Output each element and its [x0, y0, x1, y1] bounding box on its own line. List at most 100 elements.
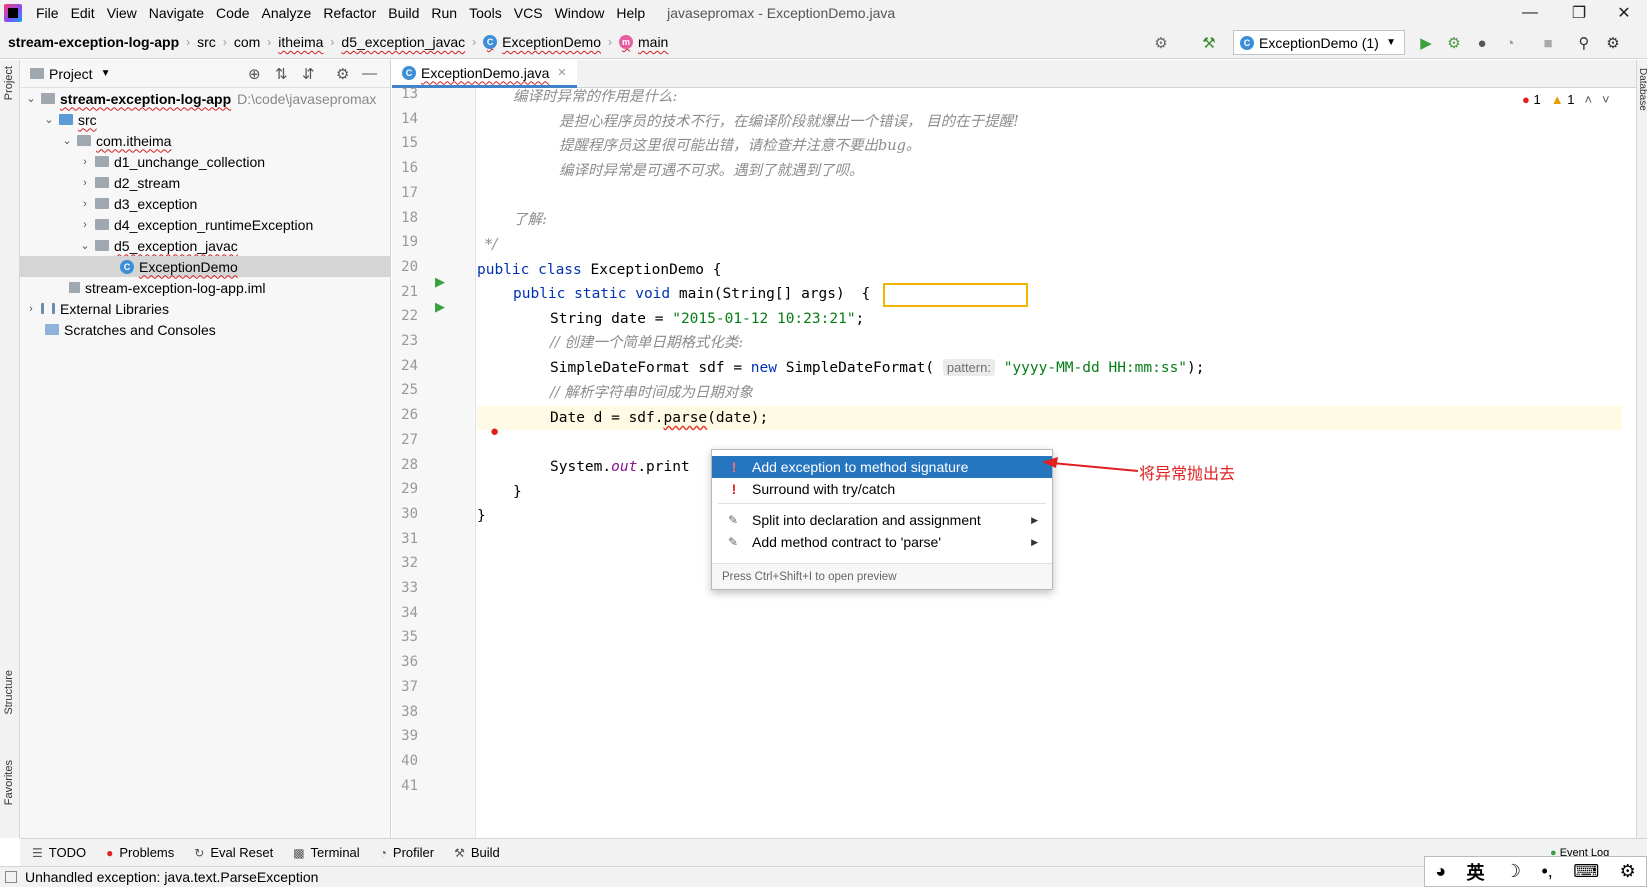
breadcrumb-class[interactable]: C ExceptionDemo: [483, 34, 601, 50]
hide-panel-icon[interactable]: —: [362, 65, 377, 82]
project-tool-tab[interactable]: Project: [3, 66, 15, 100]
coverage-icon[interactable]: ●: [1471, 32, 1493, 54]
error-bulb-icon[interactable]: ●: [490, 423, 499, 440]
breadcrumb-com[interactable]: com: [234, 34, 260, 50]
close-icon[interactable]: ✕: [557, 66, 566, 79]
expand-all-icon[interactable]: ⇅: [275, 65, 288, 83]
chevron-down-icon[interactable]: ⌄: [24, 92, 38, 105]
code-error-call[interactable]: parse: [664, 410, 708, 426]
menu-run[interactable]: Run: [425, 0, 463, 26]
class-icon: C: [483, 35, 498, 49]
punctuation-icon[interactable]: •,: [1541, 861, 1552, 882]
structure-tool-tab[interactable]: Structure: [3, 670, 15, 715]
method-icon: m: [619, 35, 633, 49]
debug-icon[interactable]: ⚙: [1443, 32, 1465, 54]
chevron-up-icon[interactable]: ˄: [1584, 92, 1592, 107]
menu-navigate[interactable]: Navigate: [143, 0, 210, 26]
breadcrumb-method[interactable]: m main: [619, 34, 668, 50]
collapse-all-icon[interactable]: ⇵: [302, 65, 315, 83]
vcs-user-icon[interactable]: ⚙: [1150, 32, 1172, 54]
menu-build[interactable]: Build: [382, 0, 425, 26]
menu-edit[interactable]: Edit: [65, 0, 101, 26]
breadcrumb-package[interactable]: d5_exception_javac: [341, 34, 465, 50]
tree-item-package-d2[interactable]: › d2_stream: [20, 172, 391, 193]
ime-logo-icon[interactable]: ◕: [1435, 861, 1446, 882]
tree-item-external-libraries[interactable]: › External Libraries: [20, 298, 391, 319]
stop-icon[interactable]: ■: [1537, 32, 1559, 54]
menu-file[interactable]: File: [30, 0, 65, 26]
menu-vcs[interactable]: VCS: [508, 0, 549, 26]
tree-item-src[interactable]: ⌄ src: [20, 109, 391, 130]
problems-indicator[interactable]: ● 1 ▲ 1 ˄ ˅: [1522, 92, 1610, 107]
popup-item-split-declaration[interactable]: ✎ Split into declaration and assignment …: [712, 509, 1052, 531]
chevron-right-icon[interactable]: ›: [78, 198, 92, 210]
popup-item-add-exception[interactable]: ! Add exception to method signature: [712, 456, 1052, 478]
search-icon[interactable]: ⚲: [1573, 32, 1595, 54]
profile-icon[interactable]: ◔: [1499, 32, 1521, 54]
tree-item-package-com-itheima[interactable]: ⌄ com.itheima: [20, 130, 391, 151]
project-panel-title[interactable]: Project: [49, 66, 93, 82]
build-hammer-icon[interactable]: ⚒: [1198, 32, 1220, 54]
eval-reset-tool-button[interactable]: ↻ Eval Reset: [194, 845, 273, 860]
menu-tools[interactable]: Tools: [463, 0, 508, 26]
tree-item-package-d5[interactable]: ⌄ d5_exception_javac: [20, 235, 391, 256]
code-string: "yyyy-MM-dd HH:mm:ss": [1003, 360, 1188, 376]
profiler-tool-button[interactable]: ◔ Profiler: [380, 845, 434, 860]
moon-icon[interactable]: ☽: [1505, 861, 1521, 882]
tab-exception-demo-java[interactable]: C ExceptionDemo.java ✕: [392, 60, 577, 88]
tree-item-package-d1[interactable]: › d1_unchange_collection: [20, 151, 391, 172]
run-icon[interactable]: ▶: [1415, 32, 1437, 54]
popup-item-add-contract[interactable]: ✎ Add method contract to 'parse' ▶: [712, 531, 1052, 553]
ime-language-toggle[interactable]: 英: [1467, 859, 1485, 885]
database-tool-tab[interactable]: Database: [1637, 68, 1647, 111]
terminal-tool-button[interactable]: ▩ Terminal: [293, 845, 359, 860]
code-line-28: System.out.print: [550, 455, 690, 479]
popup-item-surround-try-catch[interactable]: ! Surround with try/catch: [712, 478, 1052, 500]
breadcrumb-separator-icon: ›: [222, 35, 227, 49]
settings-gear-icon[interactable]: ⚙: [1602, 32, 1624, 54]
build-tool-button[interactable]: ⚒ Build: [454, 845, 500, 860]
run-config-select[interactable]: C ExceptionDemo (1) ▼: [1233, 30, 1405, 55]
menu-help[interactable]: Help: [610, 0, 651, 26]
restore-button[interactable]: ❐: [1556, 0, 1602, 26]
breadcrumb-project[interactable]: stream-exception-log-app: [8, 34, 179, 50]
keyboard-icon[interactable]: ⌨: [1573, 861, 1599, 882]
run-gutter-icon[interactable]: ▶: [435, 299, 445, 315]
todo-tool-button[interactable]: ☰ TODO: [32, 845, 86, 860]
tree-item-package-d3[interactable]: › d3_exception: [20, 193, 391, 214]
minimize-button[interactable]: —: [1507, 0, 1553, 26]
status-toggle-icon[interactable]: [5, 871, 17, 883]
chevron-down-icon[interactable]: ˅: [1602, 92, 1610, 107]
menu-view[interactable]: View: [101, 0, 143, 26]
module-folder-icon: [41, 93, 55, 104]
menu-refactor[interactable]: Refactor: [317, 0, 382, 26]
chevron-down-icon[interactable]: ⌄: [60, 134, 74, 147]
code-text: (date);: [707, 410, 769, 426]
tree-item-exception-demo[interactable]: C ExceptionDemo: [20, 256, 391, 277]
run-gutter-icon[interactable]: ▶: [435, 274, 445, 290]
breadcrumb-itheima[interactable]: itheima: [278, 34, 323, 50]
chevron-right-icon[interactable]: ›: [78, 156, 92, 168]
tree-item-project-root[interactable]: ⌄ stream-exception-log-app D:\code\javas…: [20, 88, 391, 109]
problems-tool-button[interactable]: ● Problems: [106, 845, 174, 860]
project-panel-header: Project ▼ ⊕ ⇅ ⇵ ⚙ —: [20, 60, 390, 88]
chevron-down-icon[interactable]: ▼: [101, 68, 111, 79]
tree-item-scratches[interactable]: Scratches and Consoles: [20, 319, 391, 340]
chevron-down-icon[interactable]: ⌄: [42, 113, 56, 126]
chevron-right-icon[interactable]: ›: [78, 219, 92, 231]
menu-code[interactable]: Code: [210, 0, 255, 26]
menu-analyze[interactable]: Analyze: [256, 0, 318, 26]
menu-window[interactable]: Window: [549, 0, 611, 26]
close-window-button[interactable]: ✕: [1601, 0, 1647, 26]
chevron-down-icon[interactable]: ⌄: [78, 239, 92, 252]
gear-icon[interactable]: ⚙: [336, 65, 349, 83]
code-text: System.: [550, 459, 612, 475]
tree-item-package-d4[interactable]: › d4_exception_runtimeException: [20, 214, 391, 235]
chevron-right-icon[interactable]: ›: [24, 303, 38, 315]
breadcrumb-src[interactable]: src: [197, 34, 216, 50]
favorites-tool-tab[interactable]: Favorites: [3, 760, 15, 805]
ime-settings-icon[interactable]: ⚙: [1620, 861, 1636, 882]
tree-item-iml-file[interactable]: stream-exception-log-app.iml: [20, 277, 391, 298]
locate-icon[interactable]: ⊕: [248, 65, 261, 83]
chevron-right-icon[interactable]: ›: [78, 177, 92, 189]
